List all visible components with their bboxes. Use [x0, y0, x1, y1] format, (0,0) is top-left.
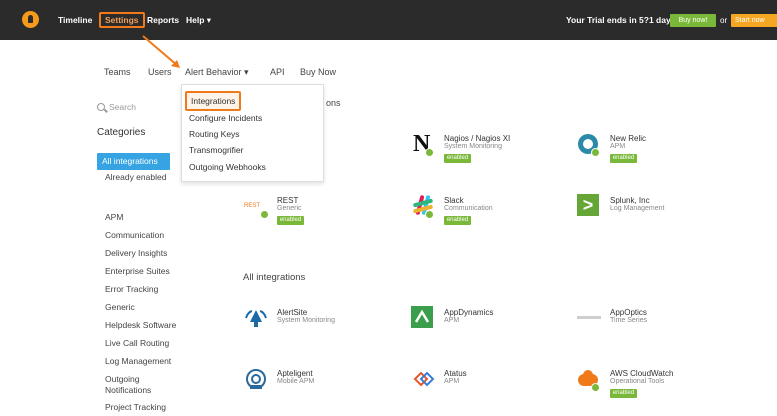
integration-category: APM [444, 317, 460, 324]
subnav-buy-now[interactable]: Buy Now [300, 62, 336, 82]
integration-category: Log Management [610, 205, 665, 212]
nav-settings[interactable]: Settings [99, 12, 145, 28]
enabled-badge: enabled [444, 216, 471, 225]
integration-card-alertsite[interactable]: AlertSite System Monitoring [244, 306, 384, 346]
integration-name: AppDynamics [444, 308, 494, 317]
integration-category: APM [444, 378, 460, 385]
all-integrations-title: All integrations [243, 272, 306, 283]
integration-card-atatus[interactable]: Atatus APM [411, 367, 551, 407]
category-list: APM Communication Delivery Insights Ente… [105, 208, 176, 416]
integration-name: Nagios / Nagios XI [444, 134, 511, 143]
trial-notice: Your Trial ends in 5?1 days [566, 15, 676, 25]
integration-card-slack[interactable]: Slack Communication enabled [411, 194, 551, 234]
slack-logo-icon [411, 194, 435, 219]
categories-title: Categories [97, 127, 146, 138]
integration-category: Mobile APM [277, 378, 315, 385]
nav-reports[interactable]: Reports [147, 0, 179, 40]
category-item[interactable]: Enterprise Suites [105, 262, 176, 280]
nav-timeline[interactable]: Timeline [58, 0, 92, 40]
integration-name: AWS CloudWatch [610, 369, 674, 378]
category-item[interactable]: Error Tracking [105, 280, 176, 298]
integration-category: Generic [277, 205, 302, 212]
integration-card-apteligent[interactable]: Apteligent Mobile APM [244, 367, 384, 407]
subnav-alert-behavior[interactable]: Alert Behavior ▾ [185, 62, 249, 82]
integration-category: Operational Tools [610, 378, 665, 385]
enabled-badge: enabled [277, 216, 304, 225]
category-already-enabled[interactable]: Already enabled [105, 172, 166, 182]
integration-card-aws-cloudwatch[interactable]: AWS CloudWatch Operational Tools enabled [577, 367, 717, 407]
category-item[interactable]: Delivery Insights [105, 244, 176, 262]
integration-category: Time Series [610, 317, 648, 324]
alert-behavior-dropdown: Integrations Configure Incidents Routing… [181, 84, 324, 182]
enabled-badge: enabled [610, 389, 637, 398]
buy-now-button[interactable]: Buy now! [670, 14, 716, 27]
rest-logo-icon: REST [244, 194, 269, 219]
menu-item-transmogrifier[interactable]: Transmogrifier [189, 145, 243, 155]
atatus-logo-icon [411, 367, 435, 391]
category-item[interactable]: Log Management [105, 352, 176, 370]
integration-name: Splunk, Inc [610, 196, 650, 205]
integration-name: New Relic [610, 134, 647, 143]
integration-card-splunk[interactable]: > Splunk, Inc Log Management [577, 194, 717, 234]
category-item[interactable]: Project Tracking [105, 398, 176, 416]
search-placeholder: Search [109, 102, 136, 112]
integration-category: APM [610, 143, 626, 150]
menu-item-routing-keys[interactable]: Routing Keys [189, 129, 240, 139]
category-item[interactable]: Generic [105, 298, 176, 316]
menu-item-integrations[interactable]: Integrations [185, 91, 242, 111]
integration-name: Slack [444, 196, 464, 205]
category-item[interactable]: Outgoing Notifications [105, 370, 165, 398]
nagios-logo-icon: N [411, 132, 435, 157]
integration-card-rest[interactable]: REST REST Generic enabled [244, 194, 384, 234]
appoptics-logo-icon [577, 306, 601, 330]
appdynamics-logo-icon [411, 306, 435, 330]
category-item[interactable]: Live Call Routing [105, 334, 176, 352]
victorops-logo-icon[interactable] [22, 11, 39, 28]
integration-name: Atatus [444, 369, 467, 378]
search-input[interactable]: Search [97, 97, 182, 117]
subnav-api[interactable]: API [270, 62, 285, 82]
apteligent-logo-icon [244, 367, 268, 391]
menu-item-outgoing-webhooks[interactable]: Outgoing Webhooks [189, 162, 266, 172]
category-item[interactable]: APM [105, 208, 176, 226]
integration-card-nagios[interactable]: N Nagios / Nagios XI System Monitoring e… [411, 132, 551, 172]
integration-name: AppOptics [610, 308, 647, 317]
integration-card-new-relic[interactable]: New Relic APM enabled [577, 132, 717, 172]
enabled-badge: enabled [610, 154, 637, 163]
splunk-logo-icon: > [577, 194, 601, 218]
start-now-button[interactable]: Start now [731, 14, 777, 27]
integration-card-appoptics[interactable]: AppOptics Time Series [577, 306, 717, 346]
integration-category: System Monitoring [277, 317, 335, 324]
popular-integrations-title: ons [326, 98, 341, 108]
integration-card-appdynamics[interactable]: AppDynamics APM [411, 306, 551, 346]
integration-name: AlertSite [277, 308, 308, 317]
integration-category: Communication [444, 205, 493, 212]
new-relic-logo-icon [577, 132, 601, 157]
alertsite-logo-icon [244, 306, 268, 330]
category-item[interactable]: Communication [105, 226, 176, 244]
menu-item-configure-incidents[interactable]: Configure Incidents [189, 113, 262, 123]
trial-or-text: or [720, 15, 728, 25]
search-icon [97, 103, 105, 111]
category-item[interactable]: Helpdesk Software [105, 316, 176, 334]
integration-category: System Monitoring [444, 143, 502, 150]
nav-help[interactable]: Help ▾ [186, 0, 211, 40]
subnav-users[interactable]: Users [148, 62, 172, 82]
subnav-teams[interactable]: Teams [104, 62, 131, 82]
aws-cloudwatch-logo-icon [577, 367, 601, 392]
top-navigation-bar: Timeline Settings Reports Help ▾ Your Tr… [0, 0, 777, 40]
category-all-integrations[interactable]: All integrations [97, 153, 170, 170]
integration-name: Apteligent [277, 369, 313, 378]
integration-name: REST [277, 196, 299, 205]
enabled-badge: enabled [444, 154, 471, 163]
